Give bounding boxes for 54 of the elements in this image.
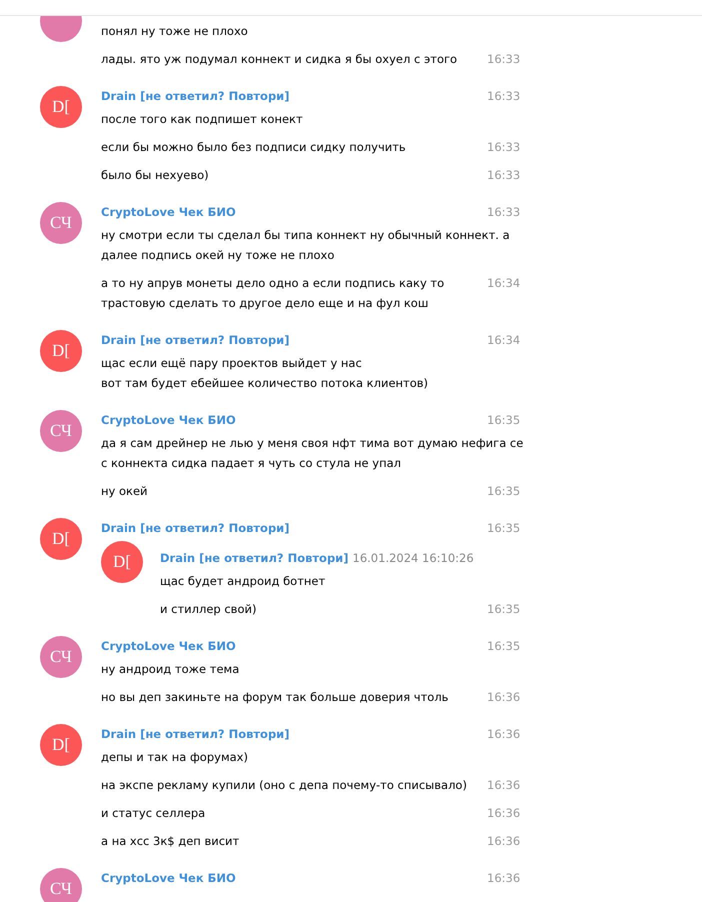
message-text: если бы можно было без подписи сидку получить: [101, 139, 407, 156]
user-avatar: СЧ: [40, 868, 82, 902]
user-avatar: D[: [40, 86, 82, 128]
message-text: щас будет андроид ботнет: [160, 573, 326, 590]
message-time: 16:33: [487, 139, 522, 156]
message-text: и статус селлера: [101, 805, 206, 822]
message-text: было бы нехуево): [101, 167, 210, 184]
sender-name: CryptoLove Чек БИО: [101, 638, 237, 655]
message-time: 16:35: [487, 412, 522, 429]
message-time: 16:33: [487, 88, 522, 105]
message-time: 16:36: [487, 726, 522, 743]
message-text: на экспе рекламу купили (оно с депа почему-то списывало): [101, 777, 468, 794]
sender-name: Drain [не ответил? Повтори]: [101, 726, 290, 743]
message-text: ну андроид тоже тема: [101, 661, 240, 678]
user-avatar: СЧ: [40, 636, 82, 678]
message-time: 16:35: [487, 483, 522, 500]
user-avatar: СЧ: [40, 410, 82, 452]
user-avatar: D[: [40, 518, 82, 560]
user-avatar: D[: [40, 330, 82, 372]
sender-name: CryptoLove Чек БИО: [101, 870, 237, 887]
message-text: после того как подпишет конект: [101, 111, 304, 128]
message-text: а на хсс 3к$ деп висит: [101, 833, 240, 850]
sender-name: CryptoLove Чек БИО: [101, 412, 237, 429]
user-avatar: СЧ: [40, 202, 82, 244]
message-text: и стиллер свой): [160, 601, 258, 618]
sender-name: Drain [не ответил? Повтори]: [101, 520, 290, 537]
message-time: 16:36: [487, 777, 522, 794]
message-time: 16:35: [487, 638, 522, 655]
message-time: 16:34: [487, 275, 522, 292]
message-time: 16:33: [487, 204, 522, 221]
sender-name: Drain [не ответил? Повтори]: [101, 88, 290, 105]
message-text: но вы деп закиньте на форум так больше доверия чтоль: [101, 689, 450, 706]
message-text: депы и так на форумах): [101, 749, 249, 766]
user-avatar: D[: [40, 724, 82, 766]
message-text: щас если ещё пару проектов выйдет у нас вот там будет ебейшее количество потока клиентов): [101, 355, 430, 392]
message-time: 16:36: [487, 870, 522, 887]
user-avatar: D[: [101, 541, 143, 583]
message-time: 16:36: [487, 689, 522, 706]
message-text: ну окей: [101, 483, 149, 500]
message-time: 16:34: [487, 332, 522, 349]
sender-name: Drain [не ответил? Повтори]: [101, 332, 290, 349]
message-text: да я сам дрейнер не лью у меня своя нфт тима вот думаю нефига се с коннекта сидка падает я чуть со стула не упал: [101, 435, 524, 472]
forwarded-sender: Drain [не ответил? Повтори] 16.01.2024 16:10:26: [160, 550, 475, 567]
message-text: лады. ято уж подумал коннект и сидка я бы охуел с этого: [101, 51, 458, 68]
sender-name: CryptoLove Чек БИО: [101, 204, 237, 221]
message-time: 16:36: [487, 805, 522, 822]
message-time: 16:35: [487, 520, 522, 537]
message-text: понял ну тоже не плохо: [101, 23, 249, 40]
message-time: 16:33: [487, 51, 522, 68]
message-text: ну смотри если ты сделал бы типа коннект ну обычный коннект. а далее подпись окей ну тоже не плохо: [101, 227, 511, 264]
message-time: 16:36: [487, 833, 522, 850]
message-time: 16:33: [487, 167, 522, 184]
message-text: а то ну апрув монеты дело одно а если подпись каку то трастовую сделать то другое дело еще и на фул кош: [101, 275, 446, 312]
message-time: 16:35: [487, 601, 522, 618]
